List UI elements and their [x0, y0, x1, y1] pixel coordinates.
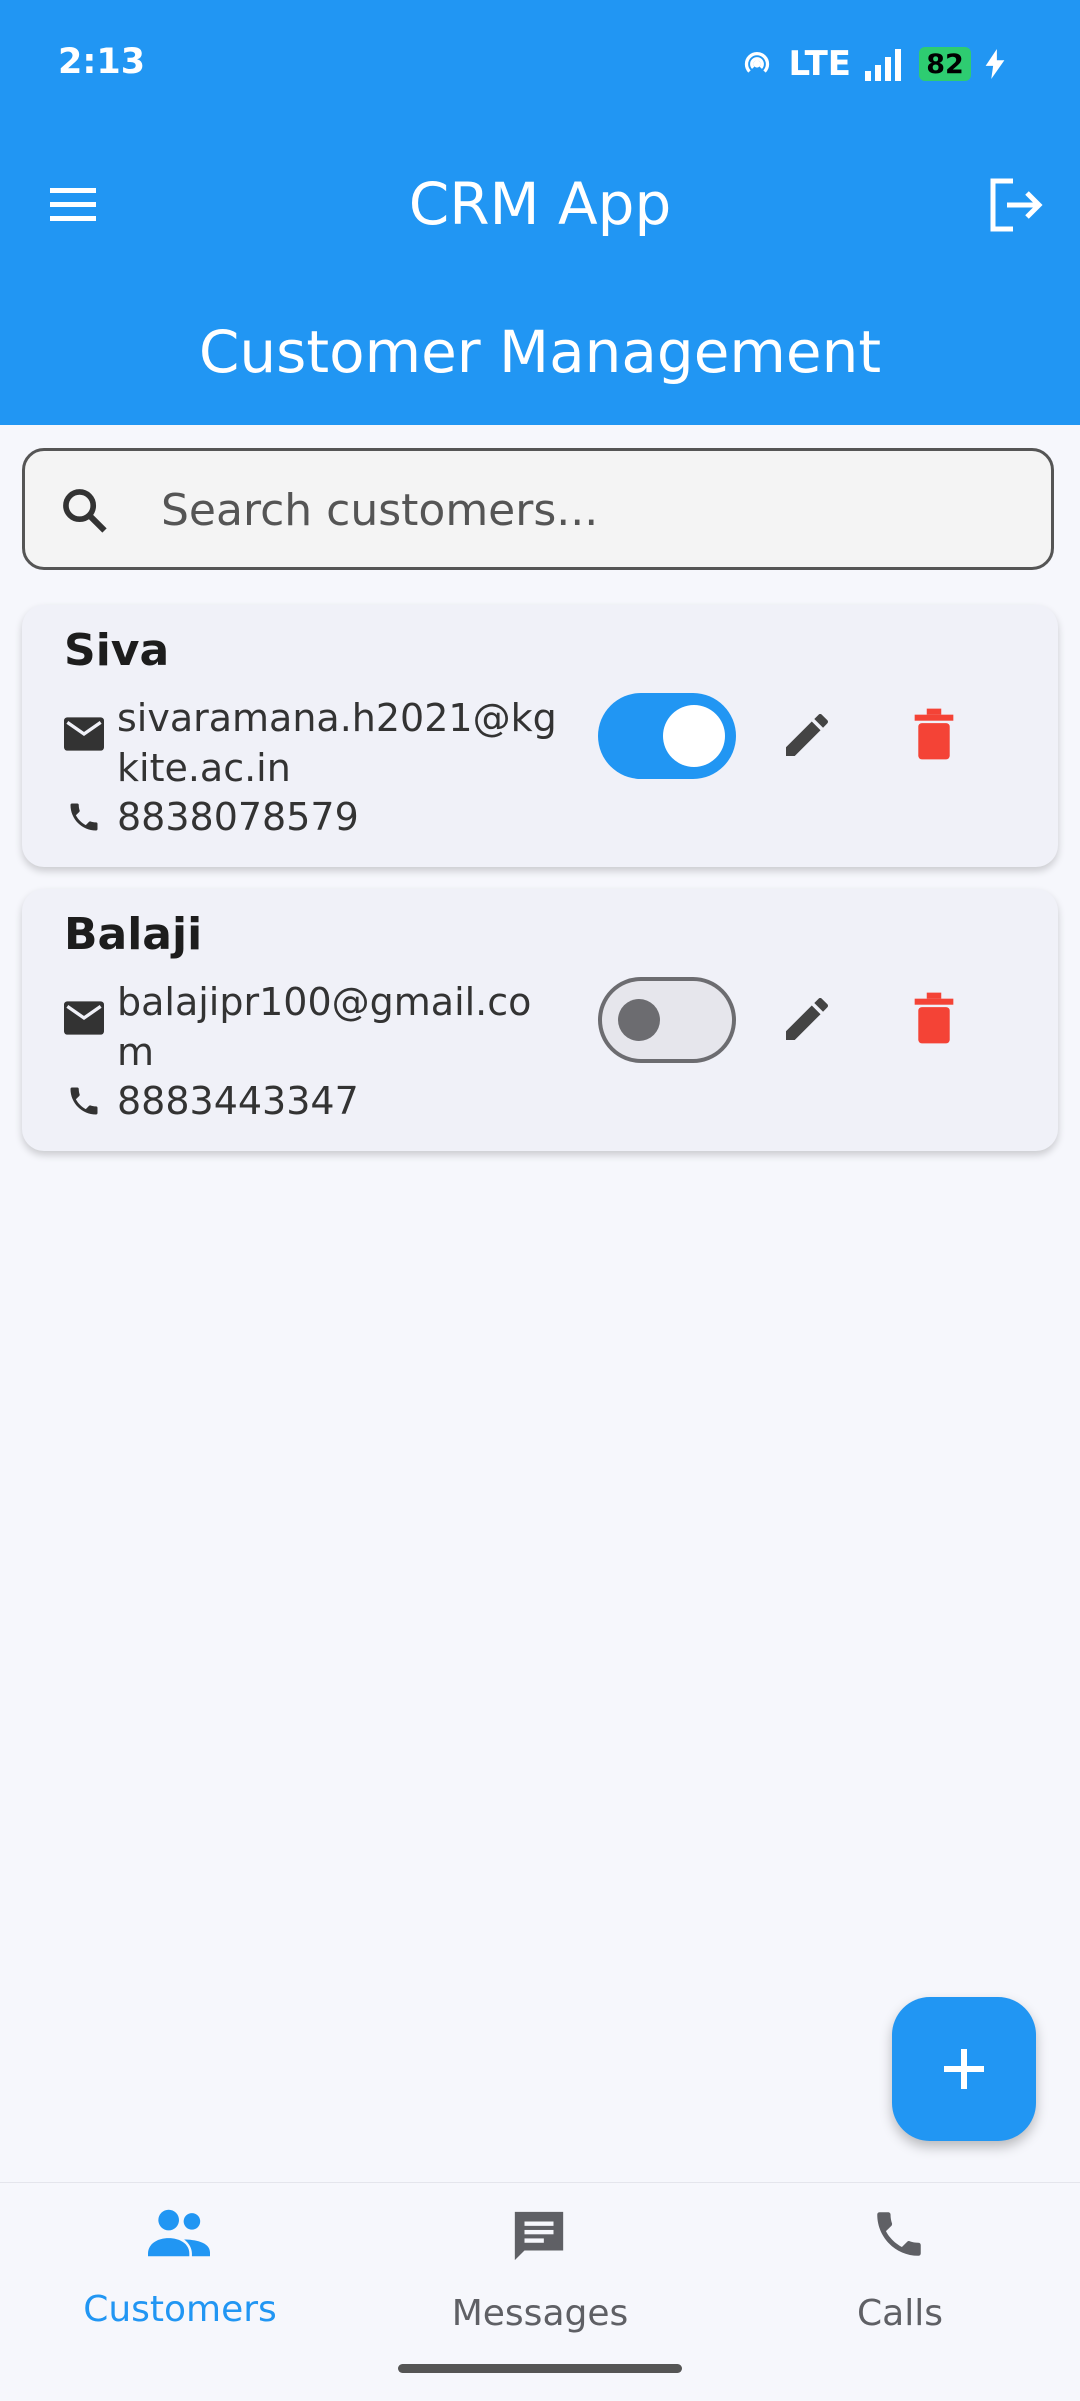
- nav-messages[interactable]: Messages: [360, 2183, 720, 2343]
- active-toggle[interactable]: [598, 693, 736, 779]
- active-toggle[interactable]: [598, 977, 736, 1063]
- edit-icon[interactable]: [779, 991, 835, 1047]
- logout-icon: [990, 178, 1043, 232]
- app-bar: 2:13 LTE 82 CRM App Customer Management: [0, 0, 1080, 425]
- nav-calls[interactable]: Calls: [720, 2183, 1080, 2343]
- status-time: 2:13: [58, 42, 146, 82]
- nav-label: Customers: [83, 2289, 277, 2330]
- network-type: LTE: [788, 44, 851, 84]
- battery-level: 82: [919, 47, 971, 81]
- search-box[interactable]: [22, 448, 1054, 570]
- nav-label: Calls: [857, 2293, 943, 2334]
- toggle-knob: [618, 999, 660, 1041]
- charging-icon: [985, 49, 1005, 79]
- search-icon: [63, 489, 107, 533]
- toggle-knob: [663, 705, 725, 767]
- delete-icon[interactable]: [908, 705, 960, 763]
- customer-card[interactable]: Balaji balajipr100@gmail.com 8883443347: [22, 889, 1058, 1151]
- customer-name: Siva: [64, 625, 170, 676]
- phone-icon: [877, 2212, 921, 2256]
- people-icon: [148, 2209, 210, 2257]
- nav-label: Messages: [451, 2293, 629, 2334]
- customer-phone: 8838078579: [117, 795, 359, 839]
- message-icon: [514, 2211, 564, 2261]
- plus-icon: [944, 2049, 984, 2089]
- home-indicator[interactable]: [398, 2364, 682, 2373]
- mail-icon: [64, 717, 104, 751]
- edit-icon[interactable]: [779, 707, 835, 763]
- add-customer-button[interactable]: [892, 1997, 1036, 2141]
- phone-icon: [70, 1087, 98, 1115]
- app-title: CRM App: [408, 170, 672, 238]
- page-title: Customer Management: [198, 318, 882, 386]
- customer-email: sivaramana.h2021@kgkite.ac.in: [117, 696, 557, 790]
- hotspot-icon: [744, 52, 769, 73]
- search-input[interactable]: [159, 479, 1023, 541]
- logout-button[interactable]: [985, 175, 1045, 235]
- status-icons: LTE 82: [739, 44, 1005, 84]
- customer-name: Balaji: [64, 909, 203, 960]
- phone-icon: [70, 803, 98, 831]
- mail-icon: [64, 1001, 104, 1035]
- signal-icon: [865, 49, 901, 81]
- customer-email: balajipr100@gmail.com: [117, 980, 532, 1074]
- nav-customers[interactable]: Customers: [0, 2183, 360, 2343]
- customer-card[interactable]: Siva sivaramana.h2021@kgkite.ac.in 88380…: [22, 605, 1058, 867]
- delete-icon[interactable]: [908, 989, 960, 1047]
- customer-phone: 8883443347: [117, 1079, 359, 1123]
